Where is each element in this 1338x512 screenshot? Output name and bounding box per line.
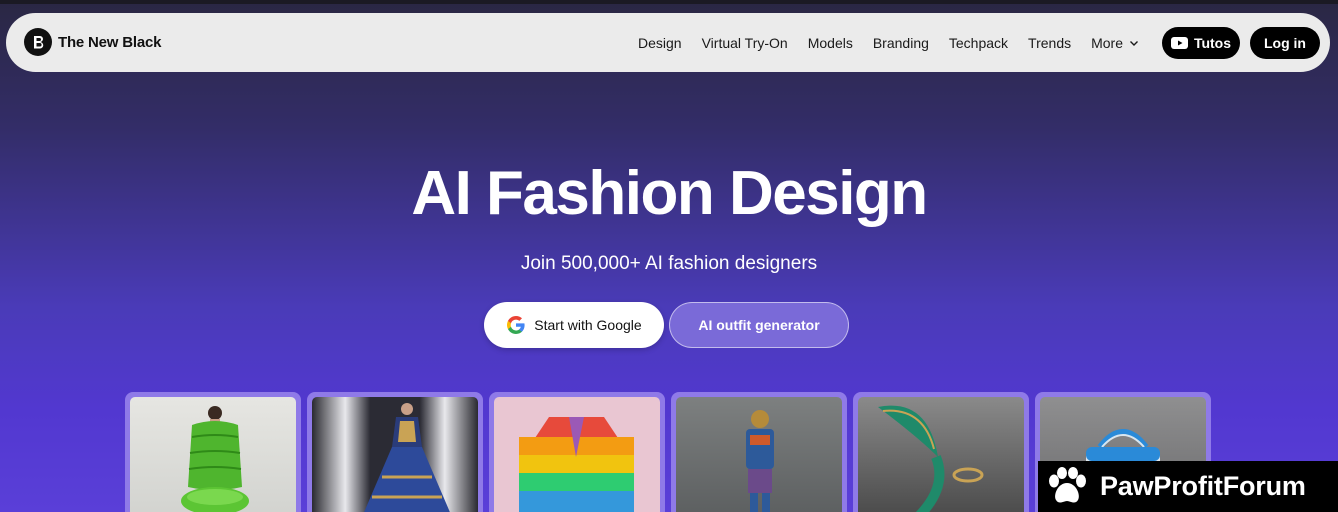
nav-item-techpack[interactable]: Techpack [949, 35, 1008, 51]
brand-logo[interactable]: The New Black [24, 28, 161, 56]
nav-item-models[interactable]: Models [808, 35, 853, 51]
login-button[interactable]: Log in [1250, 27, 1320, 59]
hero-subtitle: Join 500,000+ AI fashion designers [520, 253, 818, 274]
green-heel-shoe-image [858, 397, 1024, 512]
gallery-card[interactable] [671, 392, 847, 512]
start-with-google-button[interactable]: Start with Google [484, 302, 664, 348]
chevron-down-icon [1130, 40, 1139, 46]
google-icon [507, 316, 525, 334]
start-with-google-label: Start with Google [534, 317, 642, 333]
nav-item-virtual-try-on[interactable]: Virtual Try-On [702, 35, 788, 51]
tutos-button-label: Tutos [1193, 35, 1232, 51]
nav-item-branding[interactable]: Branding [873, 35, 929, 51]
gallery-card[interactable] [489, 392, 665, 512]
youtube-icon [1170, 37, 1188, 49]
navbar: The New Black Design Virtual Try-On Mode… [6, 13, 1330, 72]
hero-title: AI Fashion Design [411, 159, 928, 228]
nav-item-design[interactable]: Design [638, 35, 682, 51]
rainbow-coat-image [494, 397, 660, 512]
ai-outfit-generator-button[interactable]: AI outfit generator [669, 302, 849, 348]
nav-item-trends[interactable]: Trends [1028, 35, 1071, 51]
top-border [0, 0, 1338, 4]
gallery-card[interactable] [125, 392, 301, 512]
gallery-card[interactable] [307, 392, 483, 512]
runway-gown-image [312, 397, 478, 512]
armored-figure-image [676, 397, 842, 512]
gallery-card[interactable] [853, 392, 1029, 512]
nav-item-more[interactable]: More [1091, 35, 1139, 51]
paw-icon [1049, 466, 1086, 503]
brand-name: The New Black [58, 33, 162, 51]
tutos-button[interactable]: Tutos [1162, 27, 1240, 59]
green-puffer-jacket-image [130, 397, 296, 512]
nav-item-more-label: More [1091, 34, 1124, 51]
watermark-badge: PawProfitForum [1038, 461, 1338, 512]
brand-logo-icon [24, 28, 52, 56]
watermark-label: PawProfitForum [1100, 471, 1306, 501]
nav-menu: Design Virtual Try-On Models Branding Te… [638, 13, 1159, 72]
